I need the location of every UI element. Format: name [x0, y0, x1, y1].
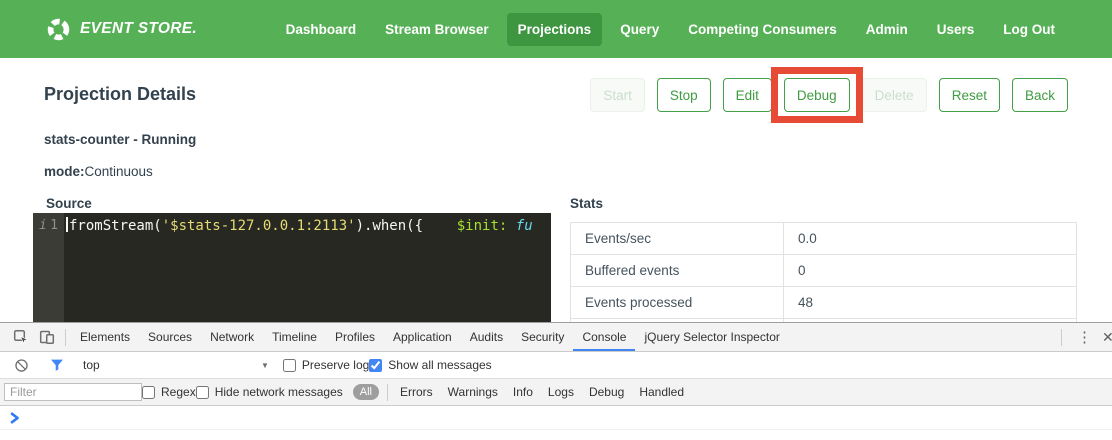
stats-table: Events/sec 0.0 Buffered events 0 Events …	[570, 222, 1077, 322]
stat-label: Buffered events	[571, 255, 784, 286]
back-button[interactable]: Back	[1012, 78, 1068, 112]
page-title: Projection Details	[44, 84, 196, 105]
edit-button[interactable]: Edit	[723, 78, 772, 112]
preserve-log-label: Preserve log	[302, 358, 369, 372]
table-row: Buffered events 0	[571, 255, 1076, 287]
navbar: EVENT STORE. Dashboard Stream Browser Pr…	[0, 0, 1112, 58]
hide-network-messages-label: Hide network messages	[215, 385, 343, 399]
gutter-info-annotation: i	[39, 215, 47, 322]
action-buttons: Start Stop Edit Debug Delete Reset Back	[590, 78, 1068, 112]
tab-profiles[interactable]: Profiles	[326, 323, 384, 351]
code-token	[507, 218, 515, 234]
mode-label: mode:	[44, 164, 85, 179]
filter-level-warnings[interactable]: Warnings	[448, 385, 498, 399]
event-store-logo-icon	[46, 17, 71, 42]
tab-sources[interactable]: Sources	[139, 323, 201, 351]
filter-level-logs[interactable]: Logs	[548, 385, 574, 399]
code-token: ).when({	[356, 218, 457, 234]
filter-level-handled[interactable]: Handled	[639, 385, 684, 399]
stat-value: 48	[784, 287, 1076, 318]
divider	[65, 329, 66, 346]
mode-value: Continuous	[85, 164, 153, 179]
stat-value: 0.0	[784, 223, 1076, 254]
hide-network-messages-checkbox[interactable]	[196, 386, 209, 399]
editor-gutter: i 1	[33, 213, 64, 322]
code-line[interactable]: fromStream('$stats-127.0.0.1:2113').when…	[64, 213, 551, 322]
stop-button[interactable]: Stop	[657, 78, 711, 112]
divider	[1061, 329, 1062, 346]
brand-title: EVENT STORE.	[80, 20, 197, 38]
console-input-line[interactable]	[0, 406, 1112, 430]
console-prompt-icon	[10, 412, 20, 424]
devtools-tabbar: Elements Sources Network Timeline Profil…	[0, 323, 1112, 352]
device-toolbar-icon[interactable]	[34, 324, 60, 350]
start-button: Start	[590, 78, 645, 112]
nav-item-competing-consumers[interactable]: Competing Consumers	[677, 13, 848, 46]
nav-item-dashboard[interactable]: Dashboard	[275, 13, 368, 46]
regex-label: Regex	[161, 385, 196, 399]
show-all-messages-label: Show all messages	[388, 358, 491, 372]
tab-console[interactable]: Console	[573, 323, 635, 351]
source-heading: Source	[46, 196, 92, 211]
preserve-log-checkbox[interactable]	[283, 359, 296, 372]
page-root: EVENT STORE. Dashboard Stream Browser Pr…	[0, 0, 1112, 440]
chevron-down-icon[interactable]: ▼	[261, 361, 269, 370]
tab-timeline[interactable]: Timeline	[263, 323, 326, 351]
tab-security[interactable]: Security	[512, 323, 573, 351]
tab-jquery-selector-inspector[interactable]: jQuery Selector Inspector	[635, 323, 788, 351]
code-token-keyword: $init:	[457, 218, 508, 234]
nav-item-projections[interactable]: Projections	[507, 13, 603, 46]
table-row: Events/sec 0.0	[571, 223, 1076, 255]
debug-button[interactable]: Debug	[784, 78, 850, 112]
filter-level-errors[interactable]: Errors	[400, 385, 433, 399]
nav-item-query[interactable]: Query	[609, 13, 670, 46]
tabbar-right-controls: ⋮ ✕	[1056, 328, 1112, 346]
projection-mode: mode:Continuous	[44, 164, 153, 179]
stat-label: Events/sec	[571, 223, 784, 254]
console-filter-bar: Regex Hide network messages All Errors W…	[0, 379, 1112, 406]
devtools-panel: Elements Sources Network Timeline Profil…	[0, 322, 1112, 440]
nav-item-users[interactable]: Users	[926, 13, 986, 46]
close-icon[interactable]: ✕	[1102, 329, 1112, 346]
code-token-string: '$stats-127.0.0.1:2113'	[162, 218, 356, 234]
tab-application[interactable]: Application	[384, 323, 461, 351]
filter-icon[interactable]	[44, 352, 70, 378]
code-token-type: fu	[516, 218, 533, 234]
text-cursor	[66, 217, 68, 232]
projection-status: stats-counter - Running	[44, 132, 196, 147]
nav-item-stream-browser[interactable]: Stream Browser	[374, 13, 500, 46]
debug-button-wrapper: Debug	[784, 78, 850, 112]
console-toolbar: top ▼ Preserve log Show all messages	[0, 352, 1112, 379]
nav-item-log-out[interactable]: Log Out	[992, 13, 1066, 46]
brand[interactable]: EVENT STORE.	[46, 17, 197, 42]
filter-level-info[interactable]: Info	[513, 385, 533, 399]
stat-value: 0	[784, 255, 1076, 286]
tab-network[interactable]: Network	[201, 323, 263, 351]
table-row: Events processed 48	[571, 287, 1076, 319]
filter-level-debug[interactable]: Debug	[589, 385, 624, 399]
nav-items: Dashboard Stream Browser Projections Que…	[275, 13, 1066, 46]
devtools-menu-icon[interactable]: ⋮	[1067, 328, 1102, 346]
execution-context-selector[interactable]: top	[83, 358, 261, 372]
filter-input[interactable]	[4, 383, 142, 401]
source-code-editor[interactable]: i 1 fromStream('$stats-127.0.0.1:2113').…	[33, 213, 551, 322]
inspect-element-icon[interactable]	[8, 324, 34, 350]
tab-elements[interactable]: Elements	[71, 323, 139, 351]
tab-audits[interactable]: Audits	[461, 323, 512, 351]
delete-button: Delete	[862, 78, 927, 112]
stats-heading: Stats	[570, 196, 603, 211]
regex-checkbox[interactable]	[142, 386, 155, 399]
reset-button[interactable]: Reset	[939, 78, 1000, 112]
nav-item-admin[interactable]: Admin	[855, 13, 919, 46]
filter-all-badge[interactable]: All	[353, 384, 379, 400]
stat-label: Events processed	[571, 287, 784, 318]
clear-console-icon[interactable]	[8, 352, 34, 378]
code-token: fromStream(	[69, 218, 162, 234]
divider	[387, 384, 388, 401]
line-number: 1	[50, 215, 58, 322]
show-all-messages-checkbox[interactable]	[369, 359, 382, 372]
